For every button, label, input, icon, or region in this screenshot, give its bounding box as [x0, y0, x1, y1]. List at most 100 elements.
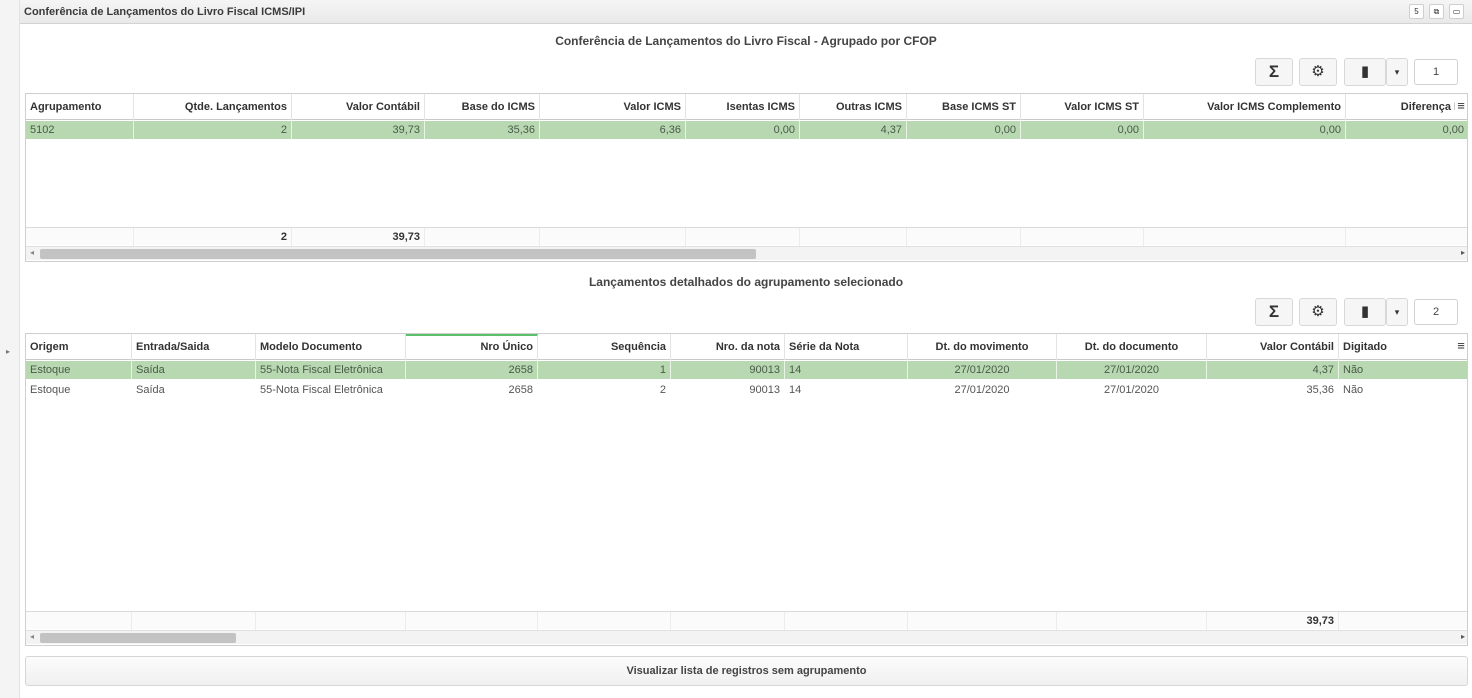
total-empty-cell	[256, 612, 406, 630]
grid2-header-row: Origem Entrada/Saida Modelo Documento Nr…	[26, 334, 1467, 360]
grid2-header-modelo-documento[interactable]: Modelo Documento	[256, 334, 406, 360]
grid1-header-row: Agrupamento Qtde. Lançamentos Valor Cont…	[26, 94, 1467, 120]
grid1-header-valor-icms[interactable]: Valor ICMS	[540, 94, 686, 120]
expand-arrow-icon[interactable]: ▸	[6, 347, 10, 356]
grid2-header-nro-nota[interactable]: Nro. da nota	[671, 334, 785, 360]
grid1-header-outras-icms[interactable]: Outras ICMS	[800, 94, 907, 120]
cell-dt-movimento: 27/01/2020	[908, 361, 1057, 379]
grid1-header-base-icms-st[interactable]: Base ICMS ST	[907, 94, 1021, 120]
grid2-header-serie-nota[interactable]: Série da Nota	[785, 334, 908, 360]
export-dropdown-chevron-icon[interactable]: ▾	[1386, 58, 1408, 86]
cell-valor-contabil: 35,36	[1207, 381, 1339, 399]
cell-origem: Estoque	[26, 361, 132, 379]
grid1-totals-row: 2 39,73	[26, 227, 1467, 246]
gear-icon[interactable]: ⚙	[1299, 58, 1337, 86]
scroll-right-icon[interactable]: ▸	[1461, 248, 1465, 257]
scroll-left-icon[interactable]: ◂	[30, 248, 34, 257]
grid2-table-row[interactable]: Estoque Saída 55-Nota Fiscal Eletrônica …	[26, 361, 1467, 379]
maximize-icon[interactable]: ▭	[1449, 4, 1464, 19]
grid1-header-diferenca[interactable]: Diferença IC	[1346, 94, 1467, 120]
cell-origem: Estoque	[26, 381, 132, 399]
grid2-header-nro-unico[interactable]: Nro Único	[406, 334, 538, 360]
grid1-header-valor-icms-complemento[interactable]: Valor ICMS Complemento	[1144, 94, 1346, 120]
cell-digitado: Não	[1339, 381, 1467, 399]
total-valor-contabil: 39,73	[292, 228, 425, 246]
grid2-horizontal-scrollbar[interactable]: ◂ ▸	[26, 630, 1467, 644]
grid1-header-agrupamento[interactable]: Agrupamento	[26, 94, 134, 120]
cell-digitado: Não	[1339, 361, 1467, 379]
grid2-table-row[interactable]: Estoque Saída 55-Nota Fiscal Eletrônica …	[26, 381, 1467, 399]
grid1-horizontal-scrollbar[interactable]: ◂ ▸	[26, 246, 1467, 260]
grid1-header-valor-contabil[interactable]: Valor Contábil	[292, 94, 425, 120]
cell-nro-unico: 2658	[406, 361, 538, 379]
total-empty-cell	[908, 612, 1057, 630]
main-panel: Conferência de Lançamentos do Livro Fisc…	[20, 0, 1472, 698]
restore-icon[interactable]: 5	[1409, 4, 1424, 19]
sum-icon[interactable]: Σ	[1255, 298, 1293, 326]
total-empty-cell	[1144, 228, 1346, 246]
grid1-header-valor-icms-st[interactable]: Valor ICMS ST	[1021, 94, 1144, 120]
grid1-table: Agrupamento Qtde. Lançamentos Valor Cont…	[25, 93, 1468, 262]
window-title: Conferência de Lançamentos do Livro Fisc…	[24, 6, 306, 18]
grid2-page-number[interactable]: 2	[1414, 299, 1458, 325]
cell-valor-contabil: 4,37	[1207, 361, 1339, 379]
total-empty-cell	[132, 612, 256, 630]
grid2-header-sequencia[interactable]: Sequência	[538, 334, 671, 360]
grid2-header-origem[interactable]: Origem	[26, 334, 132, 360]
export-dropdown-chevron-icon[interactable]: ▾	[1386, 298, 1408, 326]
grid1-header-qtde[interactable]: Qtde. Lançamentos	[134, 94, 292, 120]
export-icon[interactable]: ▮	[1344, 298, 1386, 326]
cell-entrada-saida: Saída	[132, 361, 256, 379]
view-ungrouped-list-button[interactable]: Visualizar lista de registros sem agrupa…	[25, 656, 1468, 686]
grid2-column-menu-icon[interactable]: ≡	[1455, 339, 1467, 352]
cell-modelo-documento: 55-Nota Fiscal Eletrônica	[256, 361, 406, 379]
cell-entrada-saida: Saída	[132, 381, 256, 399]
scroll-right-icon[interactable]: ▸	[1461, 632, 1465, 641]
total-empty-cell	[406, 612, 538, 630]
grid1-header-base-icms[interactable]: Base do ICMS	[425, 94, 540, 120]
grid2-header-dt-movimento[interactable]: Dt. do movimento	[908, 334, 1057, 360]
grid2-header-valor-contabil[interactable]: Valor Contábil	[1207, 334, 1339, 360]
cell-nro-nota: 90013	[671, 361, 785, 379]
cell-dt-movimento: 27/01/2020	[908, 381, 1057, 399]
total-empty-cell	[26, 612, 132, 630]
tile-icon[interactable]: ⧉	[1429, 4, 1444, 19]
grid1-page-number[interactable]: 1	[1414, 59, 1458, 85]
export-icon[interactable]: ▮	[1344, 58, 1386, 86]
grid2-scroll-thumb[interactable]	[40, 633, 236, 643]
grid1-scroll-thumb[interactable]	[40, 249, 756, 259]
grid1-table-row[interactable]: 5102 2 39,73 35,36 6,36 0,00 4,37 0,00 0…	[26, 121, 1467, 139]
grid2-header-entrada-saida[interactable]: Entrada/Saida	[132, 334, 256, 360]
gear-icon[interactable]: ⚙	[1299, 298, 1337, 326]
total-empty-cell	[425, 228, 540, 246]
cell-outras-icms: 4,37	[800, 121, 907, 139]
grid2-header-digitado[interactable]: Digitado	[1339, 334, 1467, 360]
total-empty-cell	[540, 228, 686, 246]
cell-sequencia: 1	[538, 361, 671, 379]
cell-valor-contabil: 39,73	[292, 121, 425, 139]
grid2-table: Origem Entrada/Saida Modelo Documento Nr…	[25, 333, 1468, 646]
scroll-left-icon[interactable]: ◂	[30, 632, 34, 641]
cell-nro-nota: 90013	[671, 381, 785, 399]
cell-dt-documento: 27/01/2020	[1057, 361, 1207, 379]
cell-diferenca: 0,00	[1346, 121, 1467, 139]
total-empty-cell	[686, 228, 800, 246]
cell-nro-unico: 2658	[406, 381, 538, 399]
grid2-totals-row: 39,73	[26, 611, 1467, 630]
grid2-header-dt-documento[interactable]: Dt. do documento	[1057, 334, 1207, 360]
sum-icon[interactable]: Σ	[1255, 58, 1293, 86]
cell-isentas-icms: 0,00	[686, 121, 800, 139]
grid1-header-isentas-icms[interactable]: Isentas ICMS	[686, 94, 800, 120]
cell-serie-nota: 14	[785, 361, 908, 379]
total-empty-cell	[800, 228, 907, 246]
total-empty-cell	[26, 228, 134, 246]
grid1-title: Conferência de Lançamentos do Livro Fisc…	[555, 34, 937, 48]
total-empty-cell	[671, 612, 785, 630]
cell-sequencia: 2	[538, 381, 671, 399]
grid1-column-menu-icon[interactable]: ≡	[1455, 99, 1467, 112]
cell-base-icms: 35,36	[425, 121, 540, 139]
side-collapse-gutter[interactable]: ▸	[0, 0, 20, 698]
cell-agrupamento: 5102	[26, 121, 134, 139]
window-titlebar: Conferência de Lançamentos do Livro Fisc…	[20, 0, 1472, 24]
cell-valor-icms-complemento: 0,00	[1144, 121, 1346, 139]
